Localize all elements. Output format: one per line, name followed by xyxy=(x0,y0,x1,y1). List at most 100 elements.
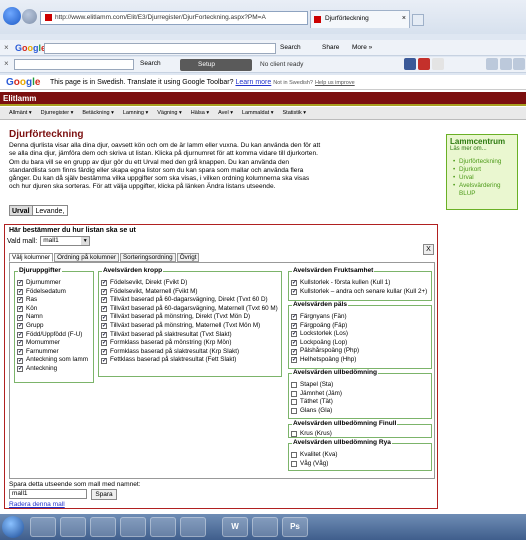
checkbox[interactable] xyxy=(101,331,107,339)
checkbox[interactable] xyxy=(291,399,297,406)
checkbox-row[interactable]: Född/Uppfödd (F-U) xyxy=(17,331,88,339)
checkbox[interactable] xyxy=(291,279,297,288)
checkbox[interactable] xyxy=(291,452,297,459)
checkbox[interactable] xyxy=(291,431,297,438)
checkbox[interactable] xyxy=(17,296,23,305)
checkbox-row[interactable]: Stapel (Sta) xyxy=(291,381,342,390)
checkbox[interactable] xyxy=(101,339,107,348)
more-button[interactable]: More » xyxy=(352,43,372,53)
checkbox[interactable] xyxy=(291,313,297,322)
urval-button[interactable]: Urval xyxy=(9,205,33,216)
checkbox[interactable] xyxy=(101,279,107,288)
checkbox-row[interactable]: Födelsevikt, Direkt (Fvikt D) xyxy=(101,279,278,288)
checkbox-row[interactable]: Täthet (Tät) xyxy=(291,398,342,407)
close-icon[interactable]: × xyxy=(4,43,9,52)
menu-item-statistik[interactable]: Statistik ▾ xyxy=(283,107,307,120)
toolbar-search-input[interactable] xyxy=(14,59,134,70)
ps-icon[interactable]: Ps xyxy=(282,517,308,537)
toolbar-search-button[interactable]: Search xyxy=(140,60,161,67)
checkbox-row[interactable]: Grupp xyxy=(17,322,88,331)
checkbox[interactable] xyxy=(101,322,107,331)
delete-template-link[interactable]: Radera denna mall xyxy=(9,501,65,508)
facebook-icon[interactable] xyxy=(404,58,416,70)
ie-icon[interactable] xyxy=(30,517,56,537)
tab-close-icon[interactable]: × xyxy=(402,11,406,27)
checkbox[interactable] xyxy=(101,348,107,357)
checkbox[interactable] xyxy=(17,288,23,296)
firefox-icon[interactable] xyxy=(120,517,146,537)
checkbox[interactable] xyxy=(101,357,107,365)
sidebar-link-blup[interactable]: Avelsvärdering BLUP xyxy=(453,182,517,198)
checkbox-row[interactable]: Glans (Gla) xyxy=(291,407,342,416)
checkbox[interactable] xyxy=(101,314,107,322)
media-icon[interactable] xyxy=(90,517,116,537)
back-button[interactable] xyxy=(3,7,21,25)
checkbox-row[interactable]: Kvalitet (Kva) xyxy=(291,451,337,460)
setup-button[interactable]: Setup xyxy=(180,59,252,71)
checkbox[interactable] xyxy=(17,331,23,339)
checkbox[interactable] xyxy=(17,305,23,314)
google-search-input[interactable] xyxy=(44,43,276,54)
menu-item-allmant[interactable]: Allmänt ▾ xyxy=(9,107,32,120)
learn-more-link[interactable]: Learn more xyxy=(235,79,271,86)
favorites-icon[interactable] xyxy=(500,58,512,70)
sidebar-link-djurforteckning[interactable]: Djurförteckning xyxy=(453,158,517,166)
excel-icon[interactable] xyxy=(252,517,278,537)
checkbox[interactable] xyxy=(291,288,297,296)
help-improve-link[interactable]: Help us improve xyxy=(315,80,355,86)
checkbox-row[interactable]: Kön xyxy=(17,305,88,314)
checkbox-row[interactable]: Formklass baserad på mönstring (Krp Mön) xyxy=(101,339,278,348)
menu-item-vagning[interactable]: Vägning ▾ xyxy=(157,107,181,120)
checkbox[interactable] xyxy=(17,322,23,331)
checkbox[interactable] xyxy=(101,288,107,296)
checkbox[interactable] xyxy=(291,330,297,339)
checkbox-row[interactable]: Färgpoäng (Fäp) xyxy=(291,322,359,330)
menu-item-lammaldat[interactable]: Lammaldat ▾ xyxy=(242,107,274,120)
checkbox-row[interactable]: Pälshårspoäng (Php) xyxy=(291,347,359,356)
explorer-icon[interactable] xyxy=(60,517,86,537)
checkbox[interactable] xyxy=(291,348,297,356)
checkbox-row[interactable]: Födelsevikt, Maternell (Fvikt M) xyxy=(101,288,278,296)
menu-item-betackning[interactable]: Betäckning ▾ xyxy=(82,107,114,120)
template-select[interactable]: mall1 xyxy=(40,236,91,246)
word-icon[interactable]: W xyxy=(222,517,248,537)
start-button[interactable] xyxy=(2,516,24,538)
checkbox-row[interactable]: Tillväxt baserad på mönstring, Direkt (T… xyxy=(101,313,278,322)
checkbox-row[interactable]: Våg (Våg) xyxy=(291,460,337,469)
menu-item-djurregister[interactable]: Djurregister ▾ xyxy=(41,107,74,120)
checkbox-row[interactable]: Jämnhet (Jäm) xyxy=(291,390,342,399)
checkbox[interactable] xyxy=(291,382,297,389)
google-search-button[interactable]: Search xyxy=(280,43,301,53)
checkbox[interactable] xyxy=(101,305,107,314)
address-bar[interactable]: http://www.elitlamm.com/Elit/E3/Djurregi… xyxy=(40,11,308,25)
checkbox[interactable] xyxy=(17,314,23,322)
checkbox[interactable] xyxy=(291,408,297,415)
checkbox-row[interactable]: Tillväxt baserad på mönstring, Maternell… xyxy=(101,322,278,331)
checkbox[interactable] xyxy=(291,356,297,365)
checkbox-row[interactable]: Mornummer xyxy=(17,339,88,348)
checkbox-row[interactable]: Fettklass baserad på slaktresultat (Fett… xyxy=(101,356,278,365)
share-button[interactable]: Share xyxy=(322,43,339,53)
checkbox[interactable] xyxy=(291,390,297,397)
menu-item-lamning[interactable]: Lamning ▾ xyxy=(123,107,148,120)
sidebar-link-djurkort[interactable]: Djurkort xyxy=(453,166,517,174)
checkbox-row[interactable]: Färgnyans (Fän) xyxy=(291,313,359,322)
checkbox-row[interactable]: Helhetspoäng (Hhp) xyxy=(291,356,359,365)
checkbox[interactable] xyxy=(101,296,107,305)
save-button[interactable]: Spara xyxy=(91,489,117,500)
close-icon[interactable]: × xyxy=(4,59,9,68)
checkbox-row[interactable]: Krus (Krus) xyxy=(291,430,332,439)
checkbox-row[interactable]: Tillväxt baserad på slaktresultat (Tvxt … xyxy=(101,331,278,339)
outlook-icon[interactable] xyxy=(180,517,206,537)
tab-valj-kolumner[interactable]: Välj kolumner xyxy=(9,253,54,262)
close-panel-button[interactable]: X xyxy=(423,244,434,255)
checkbox-row[interactable]: Lockstorlek (Los) xyxy=(291,330,359,339)
checkbox[interactable] xyxy=(291,322,297,330)
site-logo[interactable]: Elitlamm xyxy=(3,94,36,103)
checkbox-row[interactable]: Namn xyxy=(17,313,88,322)
checkbox[interactable] xyxy=(17,279,23,288)
sidebar-link-urval[interactable]: Urval xyxy=(453,174,517,182)
home-icon[interactable] xyxy=(486,58,498,70)
checkbox[interactable] xyxy=(291,460,297,467)
chrome-icon[interactable] xyxy=(150,517,176,537)
